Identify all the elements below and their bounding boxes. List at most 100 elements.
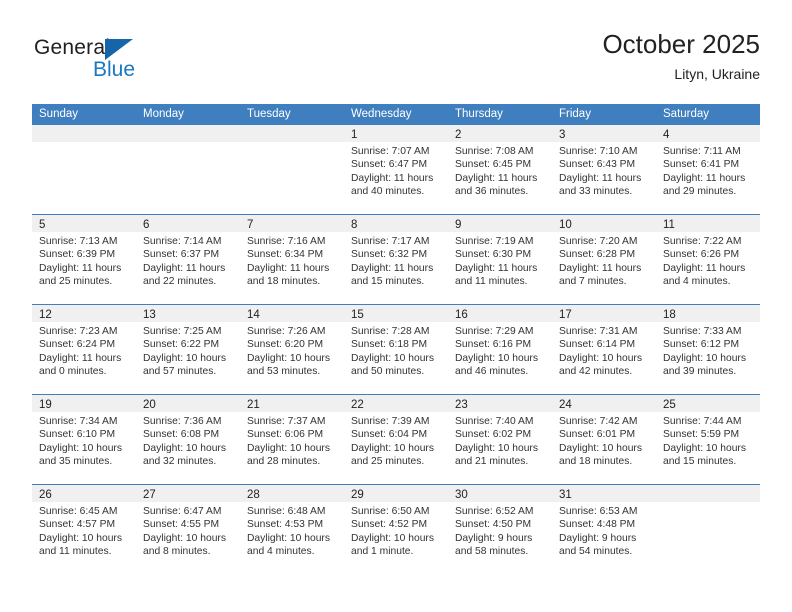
day-info-line: Daylight: 11 hours <box>143 262 226 274</box>
day-info-line: and 39 minutes. <box>663 366 737 378</box>
day-info-line: Daylight: 10 hours <box>455 442 538 454</box>
day-cell-14[interactable]: 14 Sunrise: 7:26 AM Sunset: 6:20 PM Dayligh… <box>240 305 344 394</box>
weekday-header-tuesday: Tuesday <box>247 108 291 120</box>
day-cell-30[interactable]: 30 Sunrise: 6:52 AM Sunset: 4:50 PM Dayligh… <box>448 485 552 574</box>
weekday-header-sunday: Sunday <box>39 108 79 120</box>
day-info-line: Daylight: 10 hours <box>143 442 226 454</box>
day-info: Sunrise: 7:33 AM Sunset: 6:12 PM Daylight:… <box>656 322 760 379</box>
day-info-line: Sunset: 5:59 PM <box>663 429 740 441</box>
day-cell-9[interactable]: 9 Sunrise: 7:19 AM Sunset: 6:30 PM Daylight… <box>448 215 552 304</box>
day-info: Sunrise: 7:37 AM Sunset: 6:06 PM Daylight:… <box>240 412 344 469</box>
day-info-line: Sunset: 6:32 PM <box>351 249 428 261</box>
day-info-line: Daylight: 10 hours <box>39 442 122 454</box>
day-number: 29 <box>351 489 364 501</box>
day-info-line: Sunrise: 7:26 AM <box>247 326 326 337</box>
day-info-line: Sunrise: 7:40 AM <box>455 416 534 427</box>
day-cell-7[interactable]: 7 Sunrise: 7:16 AM Sunset: 6:34 PM Daylight… <box>240 215 344 304</box>
day-cell-25[interactable]: 25 Sunrise: 7:44 AM Sunset: 5:59 PM Dayligh… <box>656 395 760 484</box>
day-info-line: Sunset: 6:06 PM <box>247 429 324 441</box>
day-number: 28 <box>247 489 260 501</box>
day-info-line: Daylight: 11 hours <box>351 262 434 274</box>
day-info: Sunrise: 6:48 AM Sunset: 4:53 PM Daylight:… <box>240 502 344 559</box>
day-cell-3[interactable]: 3 Sunrise: 7:10 AM Sunset: 6:43 PM Daylight… <box>552 125 656 214</box>
day-number-band: 28 <box>240 485 344 502</box>
day-info-line: and 53 minutes. <box>247 366 321 378</box>
day-cell-18[interactable]: 18 Sunrise: 7:33 AM Sunset: 6:12 PM Dayligh… <box>656 305 760 394</box>
day-info <box>656 502 760 505</box>
weekday-header-friday: Friday <box>559 108 591 120</box>
day-cell-8[interactable]: 8 Sunrise: 7:17 AM Sunset: 6:32 PM Daylight… <box>344 215 448 304</box>
day-info: Sunrise: 7:10 AM Sunset: 6:43 PM Daylight:… <box>552 142 656 199</box>
day-cell-27[interactable]: 27 Sunrise: 6:47 AM Sunset: 4:55 PM Dayligh… <box>136 485 240 574</box>
day-info: Sunrise: 7:13 AM Sunset: 6:39 PM Daylight:… <box>32 232 136 289</box>
day-cell-23[interactable]: 23 Sunrise: 7:40 AM Sunset: 6:02 PM Dayligh… <box>448 395 552 484</box>
day-info: Sunrise: 7:29 AM Sunset: 6:16 PM Daylight:… <box>448 322 552 379</box>
day-cell-21[interactable]: 21 Sunrise: 7:37 AM Sunset: 6:06 PM Dayligh… <box>240 395 344 484</box>
day-cell-1[interactable]: 1 Sunrise: 7:07 AM Sunset: 6:47 PM Daylight… <box>344 125 448 214</box>
page-header: General Blue October 2025 Lityn, Ukraine <box>32 28 760 94</box>
weekday-header-monday: Monday <box>143 108 184 120</box>
day-cell-31[interactable]: 31 Sunrise: 6:53 AM Sunset: 4:48 PM Dayligh… <box>552 485 656 574</box>
day-number: 10 <box>559 219 572 231</box>
day-info: Sunrise: 6:45 AM Sunset: 4:57 PM Daylight:… <box>32 502 136 559</box>
day-info-line: Daylight: 11 hours <box>663 172 746 184</box>
day-cell-17[interactable]: 17 Sunrise: 7:31 AM Sunset: 6:14 PM Dayligh… <box>552 305 656 394</box>
day-info-line: and 29 minutes. <box>663 186 737 198</box>
day-cell-19[interactable]: 19 Sunrise: 7:34 AM Sunset: 6:10 PM Dayligh… <box>32 395 136 484</box>
day-info-line: Daylight: 10 hours <box>455 352 538 364</box>
day-info-line: and 40 minutes. <box>351 186 425 198</box>
calendar-weeks: 1 Sunrise: 7:07 AM Sunset: 6:47 PM Daylight… <box>32 125 760 574</box>
day-number-band: 1 <box>344 125 448 142</box>
day-cell-20[interactable]: 20 Sunrise: 7:36 AM Sunset: 6:08 PM Dayligh… <box>136 395 240 484</box>
day-info-line: Sunset: 6:20 PM <box>247 339 324 351</box>
day-cell-13[interactable]: 13 Sunrise: 7:25 AM Sunset: 6:22 PM Dayligh… <box>136 305 240 394</box>
day-info-line: Daylight: 10 hours <box>559 442 642 454</box>
weekday-header-wednesday: Wednesday <box>351 108 412 120</box>
day-cell-26[interactable]: 26 Sunrise: 6:45 AM Sunset: 4:57 PM Dayligh… <box>32 485 136 574</box>
day-number: 13 <box>143 309 156 321</box>
day-cell-24[interactable]: 24 Sunrise: 7:42 AM Sunset: 6:01 PM Dayligh… <box>552 395 656 484</box>
weekday-header-saturday: Saturday <box>663 108 710 120</box>
day-info: Sunrise: 7:39 AM Sunset: 6:04 PM Daylight:… <box>344 412 448 469</box>
day-info-line: Daylight: 11 hours <box>663 262 746 274</box>
day-info-line: Daylight: 10 hours <box>247 352 330 364</box>
day-info-line: Daylight: 11 hours <box>559 172 642 184</box>
day-cell-5[interactable]: 5 Sunrise: 7:13 AM Sunset: 6:39 PM Daylight… <box>32 215 136 304</box>
day-info-line: Daylight: 11 hours <box>455 172 538 184</box>
day-info-line: and 50 minutes. <box>351 366 425 378</box>
day-info-line: and 42 minutes. <box>559 366 633 378</box>
day-info: Sunrise: 7:14 AM Sunset: 6:37 PM Daylight:… <box>136 232 240 289</box>
day-cell-empty <box>240 125 344 214</box>
day-number: 6 <box>143 219 150 231</box>
day-info-line: Sunset: 6:30 PM <box>455 249 532 261</box>
day-cell-16[interactable]: 16 Sunrise: 7:29 AM Sunset: 6:16 PM Dayligh… <box>448 305 552 394</box>
day-number: 23 <box>455 399 468 411</box>
day-cell-28[interactable]: 28 Sunrise: 6:48 AM Sunset: 4:53 PM Dayligh… <box>240 485 344 574</box>
day-cell-11[interactable]: 11 Sunrise: 7:22 AM Sunset: 6:26 PM Dayligh… <box>656 215 760 304</box>
day-info-line: and 33 minutes. <box>559 186 633 198</box>
day-info-line: and 36 minutes. <box>455 186 529 198</box>
day-info-line: Sunrise: 6:47 AM <box>143 506 222 517</box>
day-cell-6[interactable]: 6 Sunrise: 7:14 AM Sunset: 6:37 PM Daylight… <box>136 215 240 304</box>
day-cell-22[interactable]: 22 Sunrise: 7:39 AM Sunset: 6:04 PM Dayligh… <box>344 395 448 484</box>
day-info-line: Sunrise: 7:44 AM <box>663 416 742 427</box>
day-cell-29[interactable]: 29 Sunrise: 6:50 AM Sunset: 4:52 PM Dayligh… <box>344 485 448 574</box>
day-cell-2[interactable]: 2 Sunrise: 7:08 AM Sunset: 6:45 PM Daylight… <box>448 125 552 214</box>
day-number-band: 15 <box>344 305 448 322</box>
day-info-line: Daylight: 10 hours <box>351 442 434 454</box>
day-number: 27 <box>143 489 156 501</box>
day-cell-10[interactable]: 10 Sunrise: 7:20 AM Sunset: 6:28 PM Dayligh… <box>552 215 656 304</box>
day-info-line: and 18 minutes. <box>559 456 633 468</box>
day-info: Sunrise: 7:22 AM Sunset: 6:26 PM Daylight:… <box>656 232 760 289</box>
day-info <box>32 142 136 145</box>
day-cell-15[interactable]: 15 Sunrise: 7:28 AM Sunset: 6:18 PM Dayligh… <box>344 305 448 394</box>
day-info: Sunrise: 6:52 AM Sunset: 4:50 PM Daylight:… <box>448 502 552 559</box>
day-cell-12[interactable]: 12 Sunrise: 7:23 AM Sunset: 6:24 PM Dayligh… <box>32 305 136 394</box>
day-number-band: 29 <box>344 485 448 502</box>
day-cell-4[interactable]: 4 Sunrise: 7:11 AM Sunset: 6:41 PM Daylight… <box>656 125 760 214</box>
day-number-band: 27 <box>136 485 240 502</box>
general-blue-logo[interactable]: General Blue <box>34 36 224 92</box>
day-number-band: 25 <box>656 395 760 412</box>
day-number-band: 10 <box>552 215 656 232</box>
day-info-line: Sunrise: 6:53 AM <box>559 506 638 517</box>
